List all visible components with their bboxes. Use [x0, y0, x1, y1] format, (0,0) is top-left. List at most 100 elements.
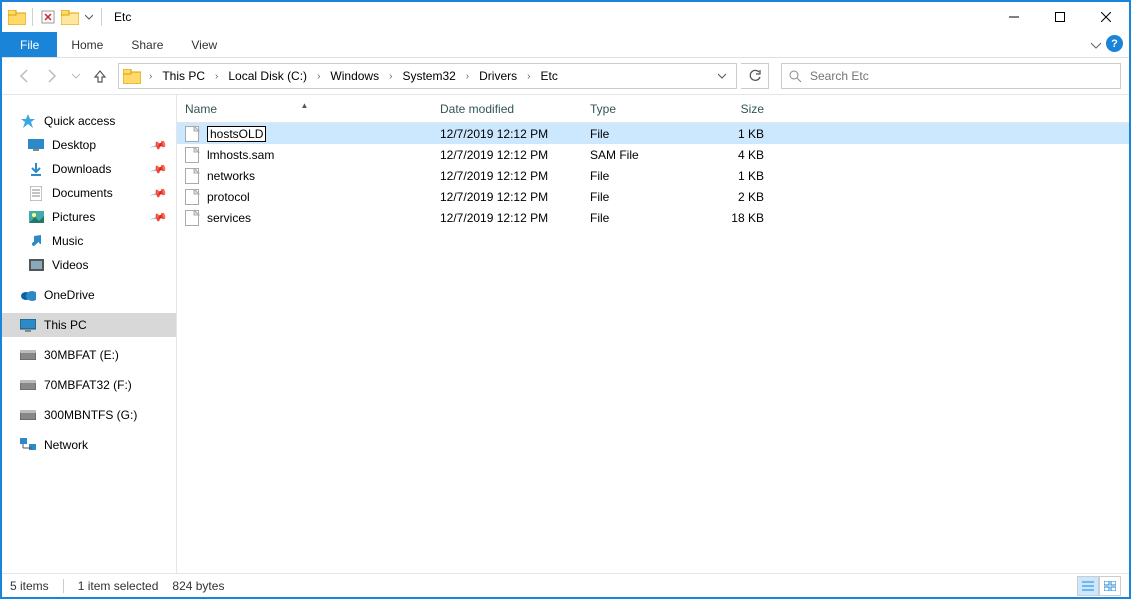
file-row[interactable]: lmhosts.sam12/7/2019 12:12 PMSAM File4 K…: [177, 144, 1129, 165]
desktop-icon: [28, 137, 44, 153]
ribbon-expand-icon[interactable]: [1091, 32, 1101, 58]
file-size: 1 KB: [702, 127, 772, 141]
forward-button[interactable]: [44, 68, 60, 84]
column-headers: Name▲ Date modified Type Size: [177, 95, 1129, 123]
refresh-button[interactable]: [741, 63, 769, 89]
breadcrumb-item[interactable]: Drivers: [475, 69, 521, 83]
sidebar-onedrive[interactable]: OneDrive: [2, 283, 176, 307]
sidebar-label: Downloads: [52, 162, 111, 176]
column-name[interactable]: Name▲: [177, 102, 432, 116]
separator: [101, 8, 102, 26]
chevron-right-icon[interactable]: ›: [523, 71, 534, 82]
sidebar-drive[interactable]: 70MBFAT32 (F:): [2, 373, 176, 397]
sidebar-network[interactable]: Network: [2, 433, 176, 457]
details-view-button[interactable]: [1077, 576, 1099, 596]
nav-arrows: [10, 68, 114, 84]
file-date: 12/7/2019 12:12 PM: [432, 169, 582, 183]
file-row[interactable]: networks12/7/2019 12:12 PMFile1 KB: [177, 165, 1129, 186]
sidebar-item-desktop[interactable]: Desktop 📌: [2, 133, 176, 157]
sidebar-label: This PC: [44, 318, 87, 332]
title-bar: Etc: [2, 2, 1129, 32]
breadcrumb-item[interactable]: This PC: [158, 69, 209, 83]
sidebar-quick-access[interactable]: Quick access: [2, 109, 176, 133]
file-icon: [185, 189, 201, 205]
documents-icon: [28, 185, 44, 201]
sidebar-label: OneDrive: [44, 288, 95, 302]
file-type: SAM File: [582, 148, 702, 162]
file-rows[interactable]: hostsOLD12/7/2019 12:12 PMFile1 KBlmhost…: [177, 123, 1129, 573]
qat-dropdown-icon[interactable]: [81, 13, 97, 21]
drive-icon: [20, 377, 36, 393]
column-type[interactable]: Type: [582, 102, 702, 116]
view-tab[interactable]: View: [177, 32, 231, 57]
share-tab[interactable]: Share: [117, 32, 177, 57]
sidebar-drive[interactable]: 30MBFAT (E:): [2, 343, 176, 367]
file-type: File: [582, 211, 702, 225]
view-switcher: [1077, 576, 1121, 596]
file-size: 2 KB: [702, 190, 772, 204]
column-date[interactable]: Date modified: [432, 102, 582, 116]
separator: [32, 8, 33, 26]
file-date: 12/7/2019 12:12 PM: [432, 211, 582, 225]
address-dropdown-icon[interactable]: [710, 72, 734, 80]
search-box[interactable]: [781, 63, 1121, 89]
pin-icon: 📌: [150, 136, 168, 154]
help-icon[interactable]: ?: [1106, 35, 1123, 52]
column-label: Name: [185, 102, 217, 116]
drive-icon: [20, 407, 36, 423]
music-icon: [28, 233, 44, 249]
file-row[interactable]: services12/7/2019 12:12 PMFile18 KB: [177, 207, 1129, 228]
breadcrumb-item[interactable]: System32: [398, 69, 459, 83]
sidebar-label: Desktop: [52, 138, 96, 152]
minimize-button[interactable]: [991, 2, 1037, 32]
file-row[interactable]: protocol12/7/2019 12:12 PMFile2 KB: [177, 186, 1129, 207]
new-folder-icon[interactable]: [59, 6, 81, 28]
breadcrumb-item[interactable]: Etc: [536, 69, 561, 83]
chevron-right-icon[interactable]: ›: [313, 71, 324, 82]
pin-icon: 📌: [150, 208, 168, 226]
address-bar[interactable]: › This PC› Local Disk (C:)› Windows› Sys…: [118, 63, 737, 89]
navigation-pane[interactable]: Quick access Desktop 📌 Downloads 📌 Docum…: [2, 95, 177, 573]
file-name: lmhosts.sam: [207, 148, 274, 162]
sidebar-this-pc[interactable]: This PC: [2, 313, 176, 337]
separator: [63, 579, 64, 593]
back-button[interactable]: [16, 68, 32, 84]
file-name: networks: [207, 169, 255, 183]
search-input[interactable]: [808, 68, 1114, 84]
column-size[interactable]: Size: [702, 102, 772, 116]
up-button[interactable]: [92, 68, 108, 84]
star-icon: [20, 113, 36, 129]
sidebar-drive[interactable]: 300MBNTFS (G:): [2, 403, 176, 427]
breadcrumb-item[interactable]: Local Disk (C:): [224, 69, 311, 83]
maximize-button[interactable]: [1037, 2, 1083, 32]
rename-input[interactable]: hostsOLD: [207, 126, 266, 142]
this-pc-icon: [20, 317, 36, 333]
properties-icon[interactable]: [37, 6, 59, 28]
file-tab[interactable]: File: [2, 32, 57, 57]
sidebar-item-music[interactable]: Music: [2, 229, 176, 253]
close-button[interactable]: [1083, 2, 1129, 32]
file-type: File: [582, 169, 702, 183]
chevron-right-icon[interactable]: ›: [385, 71, 396, 82]
sidebar-label: Videos: [52, 258, 88, 272]
sidebar-item-downloads[interactable]: Downloads 📌: [2, 157, 176, 181]
folder-icon[interactable]: [6, 6, 28, 28]
chevron-right-icon[interactable]: ›: [211, 71, 222, 82]
status-selected: 1 item selected: [78, 579, 159, 593]
sidebar-item-videos[interactable]: Videos: [2, 253, 176, 277]
recent-dropdown-icon[interactable]: [72, 72, 80, 80]
file-icon: [185, 210, 201, 226]
quick-access-toolbar: [2, 6, 106, 28]
thumbnails-view-button[interactable]: [1099, 576, 1121, 596]
file-name: protocol: [207, 190, 250, 204]
sidebar-item-pictures[interactable]: Pictures 📌: [2, 205, 176, 229]
window-title: Etc: [114, 10, 131, 24]
sidebar-item-documents[interactable]: Documents 📌: [2, 181, 176, 205]
sidebar-label: Music: [52, 234, 83, 248]
chevron-right-icon[interactable]: ›: [145, 71, 156, 82]
home-tab[interactable]: Home: [57, 32, 117, 57]
file-row[interactable]: hostsOLD12/7/2019 12:12 PMFile1 KB: [177, 123, 1129, 144]
chevron-right-icon[interactable]: ›: [462, 71, 473, 82]
breadcrumb-item[interactable]: Windows: [326, 69, 383, 83]
explorer-window: Etc File Home Share View ? › This PC› Lo: [0, 0, 1131, 599]
